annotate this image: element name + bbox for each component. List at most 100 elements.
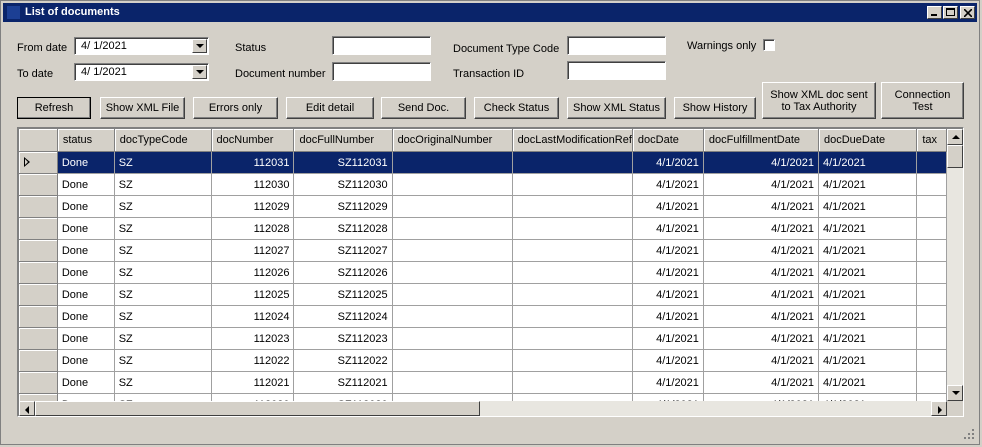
show-xml-status-button[interactable]: Show XML Status xyxy=(567,97,666,119)
cell-docDueDate[interactable]: 4/1/2021 xyxy=(818,393,918,401)
cell-docLastModificationRef[interactable] xyxy=(512,305,633,328)
cell-status[interactable]: Done xyxy=(57,151,115,174)
from-date-picker[interactable]: 4/ 1/2021 xyxy=(74,37,209,55)
cell-tax[interactable] xyxy=(916,151,947,174)
cell-docDate[interactable]: 4/1/2021 xyxy=(632,371,704,394)
cell-status[interactable]: Done xyxy=(57,261,115,284)
cell-docNumber[interactable]: 112024 xyxy=(211,305,295,328)
cell-docOriginalNumber[interactable] xyxy=(392,239,513,262)
cell-tax[interactable] xyxy=(916,195,947,218)
cell-docFullNumber[interactable]: SZ112023 xyxy=(293,327,393,350)
cell-docLastModificationRef[interactable] xyxy=(512,195,633,218)
warnings-only-checkbox[interactable] xyxy=(763,39,775,51)
row-header[interactable] xyxy=(19,261,58,284)
row-header[interactable] xyxy=(19,173,58,196)
cell-docFullNumber[interactable]: SZ112027 xyxy=(293,239,393,262)
cell-docLastModificationRef[interactable] xyxy=(512,283,633,306)
cell-docTypeCode[interactable]: SZ xyxy=(114,371,212,394)
column-header-docFulfillmentDate[interactable]: docFulfillmentDate xyxy=(703,129,819,152)
table-row[interactable]: Done SZ 112028 SZ112028 4/1/2021 4/1/2021 4/1/… xyxy=(19,217,947,240)
cell-tax[interactable] xyxy=(916,217,947,240)
cell-tax[interactable] xyxy=(916,393,947,401)
cell-docTypeCode[interactable]: SZ xyxy=(114,349,212,372)
cell-docFulfillmentDate[interactable]: 4/1/2021 xyxy=(703,151,819,174)
cell-status[interactable]: Done xyxy=(57,195,115,218)
cell-status[interactable]: Done xyxy=(57,173,115,196)
cell-tax[interactable] xyxy=(916,371,947,394)
edit-detail-button[interactable]: Edit detail xyxy=(286,97,374,119)
cell-docDueDate[interactable]: 4/1/2021 xyxy=(818,327,918,350)
cell-docDate[interactable]: 4/1/2021 xyxy=(632,239,704,262)
horizontal-scroll-thumb[interactable] xyxy=(35,401,480,416)
maximize-button[interactable] xyxy=(943,6,958,19)
to-date-picker[interactable]: 4/ 1/2021 xyxy=(74,63,209,81)
row-header[interactable] xyxy=(19,305,58,328)
table-row[interactable]: Done SZ 112025 SZ112025 4/1/2021 4/1/2021 4/1/… xyxy=(19,283,947,306)
minimize-button[interactable] xyxy=(927,6,942,19)
status-input[interactable] xyxy=(332,36,431,55)
column-header-docDueDate[interactable]: docDueDate xyxy=(818,129,918,152)
cell-status[interactable]: Done xyxy=(57,239,115,262)
cell-docNumber[interactable]: 112021 xyxy=(211,371,295,394)
table-row[interactable]: Done SZ 112029 SZ112029 4/1/2021 4/1/2021 4/1/… xyxy=(19,195,947,218)
cell-docNumber[interactable]: 112027 xyxy=(211,239,295,262)
cell-docDate[interactable]: 4/1/2021 xyxy=(632,195,704,218)
cell-docFulfillmentDate[interactable]: 4/1/2021 xyxy=(703,371,819,394)
cell-docOriginalNumber[interactable] xyxy=(392,349,513,372)
cell-docNumber[interactable]: 112029 xyxy=(211,195,295,218)
column-header-docTypeCode[interactable]: docTypeCode xyxy=(114,129,212,152)
cell-tax[interactable] xyxy=(916,261,947,284)
refresh-button[interactable]: Refresh xyxy=(17,97,91,119)
from-date-dropdown-button[interactable] xyxy=(192,39,207,53)
scroll-left-button[interactable] xyxy=(19,401,35,416)
cell-docOriginalNumber[interactable] xyxy=(392,195,513,218)
cell-docFulfillmentDate[interactable]: 4/1/2021 xyxy=(703,327,819,350)
cell-docOriginalNumber[interactable] xyxy=(392,173,513,196)
cell-docLastModificationRef[interactable] xyxy=(512,327,633,350)
cell-docFullNumber[interactable]: SZ112031 xyxy=(293,151,393,174)
document-number-input[interactable] xyxy=(332,62,431,81)
table-row[interactable]: Done SZ 112021 SZ112021 4/1/2021 4/1/2021 4/1/… xyxy=(19,371,947,394)
cell-docDate[interactable]: 4/1/2021 xyxy=(632,151,704,174)
row-header[interactable] xyxy=(19,393,58,401)
cell-docTypeCode[interactable]: SZ xyxy=(114,327,212,350)
column-header-docLastModificationRef[interactable]: docLastModificationRef xyxy=(512,129,633,152)
cell-docTypeCode[interactable]: SZ xyxy=(114,217,212,240)
cell-status[interactable]: Done xyxy=(57,371,115,394)
cell-tax[interactable] xyxy=(916,173,947,196)
cell-status[interactable]: Done xyxy=(57,349,115,372)
cell-status[interactable]: Done xyxy=(57,327,115,350)
cell-docNumber[interactable]: 112030 xyxy=(211,173,295,196)
documents-grid[interactable]: status docTypeCode docNumber docFullNumber d… xyxy=(17,127,964,417)
table-row[interactable]: Done SZ 112022 SZ112022 4/1/2021 4/1/2021 4/1/… xyxy=(19,349,947,372)
cell-docDueDate[interactable]: 4/1/2021 xyxy=(818,261,918,284)
cell-docFullNumber[interactable]: SZ112029 xyxy=(293,195,393,218)
cell-docLastModificationRef[interactable] xyxy=(512,173,633,196)
show-history-button[interactable]: Show History xyxy=(674,97,756,119)
cell-docNumber[interactable]: 112023 xyxy=(211,327,295,350)
cell-docNumber[interactable]: 112028 xyxy=(211,217,295,240)
cell-docLastModificationRef[interactable] xyxy=(512,371,633,394)
cell-docFullNumber[interactable]: SZ112024 xyxy=(293,305,393,328)
cell-tax[interactable] xyxy=(916,327,947,350)
errors-only-button[interactable]: Errors only xyxy=(193,97,278,119)
column-header-docNumber[interactable]: docNumber xyxy=(211,129,295,152)
table-row[interactable]: Done SZ 112026 SZ112026 4/1/2021 4/1/2021 4/1/… xyxy=(19,261,947,284)
row-header[interactable] xyxy=(19,195,58,218)
cell-docLastModificationRef[interactable] xyxy=(512,217,633,240)
resize-grip-icon[interactable] xyxy=(963,428,975,440)
row-header[interactable] xyxy=(19,217,58,240)
cell-docFulfillmentDate[interactable]: 4/1/2021 xyxy=(703,239,819,262)
cell-docDueDate[interactable]: 4/1/2021 xyxy=(818,305,918,328)
cell-docFullNumber[interactable]: SZ112026 xyxy=(293,261,393,284)
cell-docFulfillmentDate[interactable]: 4/1/2021 xyxy=(703,349,819,372)
cell-docDueDate[interactable]: 4/1/2021 xyxy=(818,195,918,218)
table-row[interactable]: Done SZ 112027 SZ112027 4/1/2021 4/1/2021 4/1/… xyxy=(19,239,947,262)
cell-docTypeCode[interactable]: SZ xyxy=(114,261,212,284)
cell-docDueDate[interactable]: 4/1/2021 xyxy=(818,371,918,394)
vertical-scrollbar[interactable] xyxy=(947,129,963,401)
cell-docTypeCode[interactable]: SZ xyxy=(114,173,212,196)
cell-docOriginalNumber[interactable] xyxy=(392,283,513,306)
cell-docDueDate[interactable]: 4/1/2021 xyxy=(818,239,918,262)
cell-docTypeCode[interactable]: SZ xyxy=(114,305,212,328)
